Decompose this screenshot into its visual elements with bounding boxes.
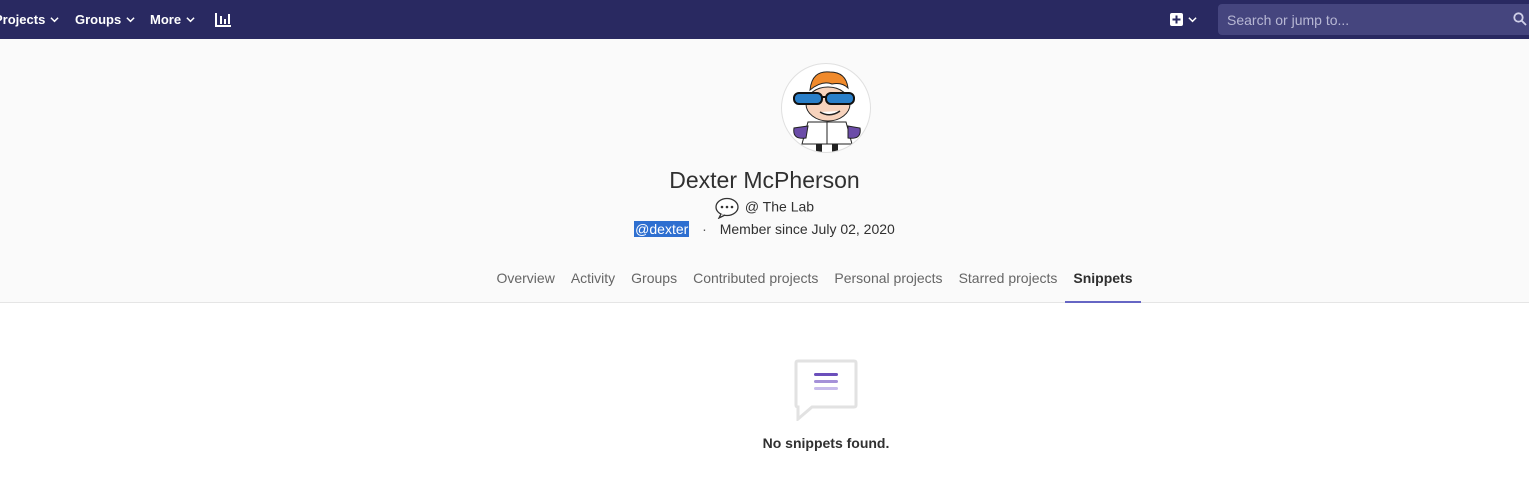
profile-header: Dexter McPherson @ The Lab @dexter · Mem… [0, 39, 1529, 303]
user-status: @ The Lab [0, 197, 1529, 219]
speech-balloon-icon [715, 197, 739, 219]
search-input[interactable] [1218, 11, 1498, 28]
snippet-empty-icon [794, 359, 858, 421]
new-item-dropdown[interactable] [1170, 0, 1197, 39]
nav-groups-label: Groups [75, 12, 122, 27]
username: @dexter [634, 221, 690, 237]
member-since: Member since July 02, 2020 [719, 221, 895, 237]
chevron-down-icon [1188, 17, 1197, 23]
tab-snippets[interactable]: Snippets [1065, 262, 1141, 303]
plus-square-icon [1170, 13, 1183, 26]
tab-overview[interactable]: Overview [488, 262, 562, 303]
avatar-image [793, 71, 861, 152]
search-icon[interactable] [1513, 12, 1527, 26]
nav-projects-label: Projects [0, 12, 46, 27]
user-meta: @dexter · Member since July 02, 2020 [0, 221, 1529, 237]
chart-bar-icon [215, 12, 231, 27]
nav-more-dropdown[interactable]: More [150, 0, 195, 39]
tab-starred-projects[interactable]: Starred projects [951, 262, 1066, 303]
nav-more-label: More [150, 12, 182, 27]
tab-personal-projects[interactable]: Personal projects [826, 262, 950, 303]
nav-projects-dropdown[interactable]: Projects [0, 0, 59, 39]
nav-groups-dropdown[interactable]: Groups [75, 0, 135, 39]
chevron-down-icon [186, 17, 195, 23]
search-box [1218, 4, 1529, 35]
tab-groups[interactable]: Groups [623, 262, 685, 303]
user-full-name: Dexter McPherson [669, 167, 860, 193]
status-text: @ The Lab [744, 198, 815, 215]
tab-activity[interactable]: Activity [563, 262, 623, 303]
avatar[interactable] [781, 63, 871, 153]
empty-state-message: No snippets found. [762, 435, 890, 451]
profile-tabs: Overview Activity Groups Contributed pro… [0, 262, 1529, 303]
chevron-down-icon [126, 17, 135, 23]
top-navbar: Projects Groups More [0, 0, 1529, 39]
analytics-button[interactable] [214, 0, 232, 39]
separator-dot: · [702, 221, 707, 237]
tab-contributed-projects[interactable]: Contributed projects [685, 262, 826, 303]
chevron-down-icon [50, 17, 59, 23]
